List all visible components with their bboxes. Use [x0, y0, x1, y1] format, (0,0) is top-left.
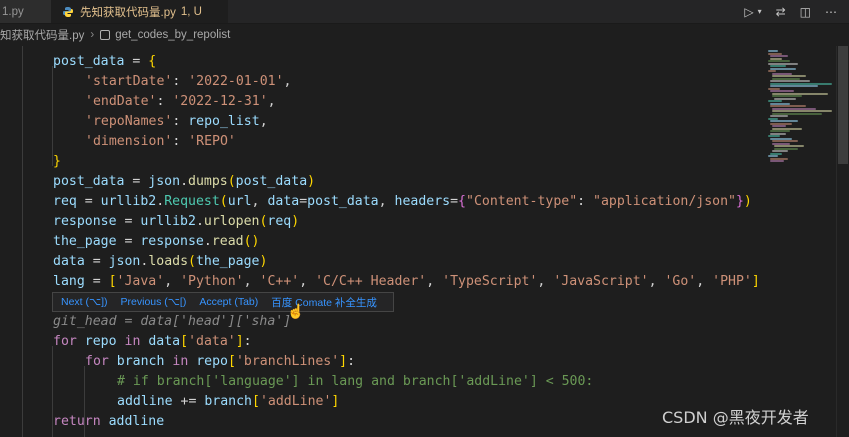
minimap-line	[768, 100, 782, 102]
minimap-line	[770, 105, 806, 107]
code-line: post_data = {	[53, 54, 157, 69]
minimap-line	[768, 155, 778, 157]
split-editor-icon[interactable]: ◫	[800, 5, 811, 19]
accept-suggestion-button[interactable]: Accept (Tab)	[199, 296, 258, 308]
breadcrumb-file[interactable]: 知获取代码量.py	[0, 27, 84, 43]
code-line: req = urllib2.Request(url, data=post_dat…	[53, 194, 752, 209]
breadcrumb-symbol[interactable]: get_codes_by_repolist	[115, 29, 230, 41]
tab-inactive-label: 1.py	[2, 5, 24, 18]
more-actions-icon[interactable]: ⋯	[825, 5, 837, 19]
minimap-line	[768, 135, 780, 137]
pointer-hand-icon: ☝	[287, 303, 305, 319]
python-file-icon	[62, 6, 74, 18]
code-editor[interactable]: post_data = { 'startDate': '2022-01-01',…	[0, 46, 762, 437]
run-dropdown-icon[interactable]: ▾	[758, 7, 762, 16]
previous-suggestion-button[interactable]: Previous (⌥[)	[121, 296, 187, 308]
code-line: the_page = response.read()	[53, 234, 260, 249]
method-icon	[100, 30, 111, 40]
indent-guide	[52, 66, 53, 166]
minimap-line	[770, 85, 818, 87]
minimap-line	[770, 130, 790, 132]
watermark: CSDN @黑夜开发者	[662, 408, 809, 427]
scrollbar-thumb[interactable]	[838, 46, 848, 164]
minimap-line	[772, 150, 788, 152]
code-line: response = urllib2.urlopen(req)	[53, 214, 300, 229]
minimap-line	[770, 90, 794, 92]
minimap-line	[770, 65, 786, 67]
minimap-line	[768, 70, 776, 72]
breadcrumb: 知获取代码量.py › get_codes_by_repolist	[0, 24, 760, 46]
tab-active-status: 1, U	[180, 5, 202, 18]
code-line: 'endDate': '2022-12-31',	[85, 94, 276, 109]
code-line: return addline	[53, 414, 165, 429]
minimap-line	[772, 75, 806, 77]
minimap-line	[770, 120, 798, 122]
tab-active-file[interactable]: 先知获取代码量.py 1, U	[52, 0, 228, 23]
vertical-scrollbar[interactable]	[836, 46, 849, 437]
chevron-right-icon: ›	[90, 29, 95, 41]
minimap-line	[768, 50, 778, 52]
minimap-line	[768, 60, 790, 62]
code-line: data = json.loads(the_page)	[53, 254, 268, 269]
minimap-line	[770, 115, 788, 117]
minimap-line	[774, 145, 804, 147]
minimap-line	[770, 160, 784, 162]
tab-inactive-file[interactable]: 1.py	[0, 0, 52, 23]
code-line: 'startDate': '2022-01-01',	[85, 74, 292, 89]
minimap-line	[772, 95, 802, 97]
editor-tab-bar: 1.py 先知获取代码量.py 1, U ▷ ▾ ⇄ ◫ ⋯	[0, 0, 849, 24]
next-suggestion-button[interactable]: Next (⌥])	[61, 296, 108, 308]
code-line-ghost-suggestion: git_head = data['head']['sha']	[53, 314, 292, 329]
minimap-line	[772, 125, 786, 127]
editor-actions: ▷ ▾ ⇄ ◫ ⋯	[744, 0, 849, 23]
code-line: post_data = json.dumps(post_data)	[53, 174, 316, 189]
code-line: 'dimension': 'REPO'	[85, 134, 236, 149]
code-line: for branch in repo['branchLines']:	[85, 354, 356, 369]
code-line: for repo in data['data']:	[53, 334, 252, 349]
minimap-line	[770, 55, 788, 57]
code-line: lang = ['Java', 'Python', 'C++', 'C/C++ …	[53, 274, 760, 289]
code-line: }	[53, 154, 61, 169]
minimap-line	[772, 140, 798, 142]
minimap-line	[770, 80, 810, 82]
indent-guide	[22, 46, 23, 437]
run-icon[interactable]: ▷	[744, 5, 753, 19]
minimap-line	[772, 110, 832, 112]
code-line: addline += branch['addLine']	[117, 394, 340, 409]
compare-icon[interactable]: ⇄	[776, 5, 786, 19]
minimap[interactable]	[762, 46, 836, 437]
code-line: 'repoNames': repo_list,	[85, 114, 268, 129]
inline-suggestion-toolbar: Next (⌥]) Previous (⌥[) Accept (Tab) 百度 …	[52, 292, 394, 312]
tab-active-label: 先知获取代码量.py	[80, 6, 176, 19]
code-line: # if branch['language'] in lang and bran…	[117, 374, 594, 389]
